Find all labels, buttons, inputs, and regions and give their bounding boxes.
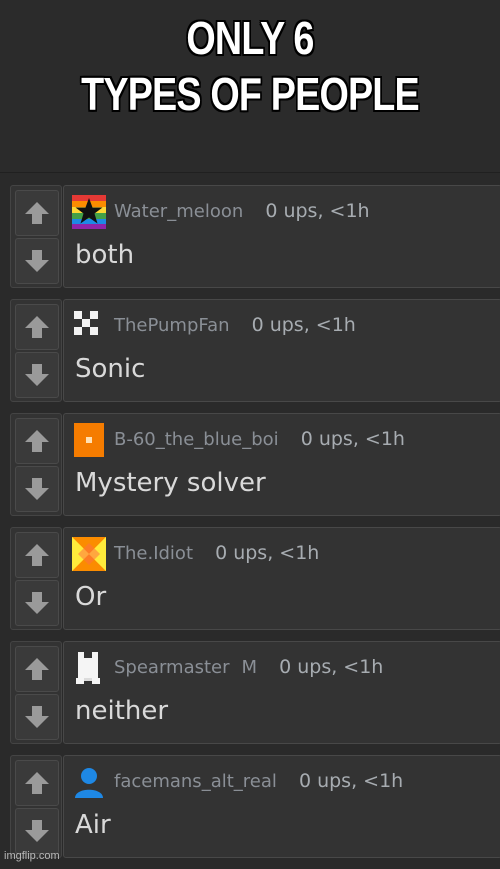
- imgflip-watermark: imgflip.com: [4, 850, 60, 862]
- comment-stats: 0 ups, <1h: [215, 542, 320, 564]
- comment-list: Water_meloon 0 ups, <1h both ThePumpFan …: [10, 185, 500, 869]
- comment-text: Mystery solver: [75, 468, 266, 498]
- arrow-up-icon: [25, 658, 49, 680]
- comment: facemans_alt_real 0 ups, <1h Air: [10, 755, 500, 860]
- upvote-button[interactable]: [15, 190, 59, 236]
- downvote-button[interactable]: [15, 580, 59, 626]
- comment-text: neither: [75, 696, 169, 726]
- username-link[interactable]: ThePumpFan: [114, 315, 230, 336]
- comment: Spearmaster M 0 ups, <1h neither: [10, 641, 500, 746]
- arrow-down-icon: [25, 592, 49, 614]
- comment-body: facemans_alt_real 0 ups, <1h Air: [63, 755, 500, 858]
- arrow-up-icon: [25, 316, 49, 338]
- comment-stats: 0 ups, <1h: [279, 656, 384, 678]
- vote-box: [10, 185, 62, 288]
- arrow-down-icon: [25, 706, 49, 728]
- arrow-down-icon: [25, 478, 49, 500]
- meme-caption: ONLY 6 TYPES OF PEOPLE: [45, 10, 455, 122]
- comment-body: Water_meloon 0 ups, <1h both: [63, 185, 500, 288]
- arrow-up-icon: [25, 430, 49, 452]
- username-link[interactable]: Spearmaster: [114, 657, 230, 678]
- orange-square-avatar-icon[interactable]: [72, 423, 106, 457]
- vote-box: [10, 413, 62, 516]
- downvote-button[interactable]: [15, 466, 59, 512]
- comment-stats: 0 ups, <1h: [265, 200, 370, 222]
- username-link[interactable]: Water_meloon: [114, 201, 243, 222]
- username-link[interactable]: facemans_alt_real: [114, 771, 277, 792]
- meme-caption-line-1: ONLY 6: [186, 12, 314, 64]
- comment-text: both: [75, 240, 135, 270]
- comment-meta: Spearmaster M 0 ups, <1h: [114, 654, 383, 681]
- comment-text: Or: [75, 582, 107, 612]
- comment-meta: facemans_alt_real 0 ups, <1h: [114, 768, 403, 795]
- white-pixel-figure-avatar-icon[interactable]: [72, 651, 106, 685]
- arrow-down-icon: [25, 250, 49, 272]
- upvote-button[interactable]: [15, 418, 59, 464]
- comment-text: Sonic: [75, 354, 146, 384]
- comment: B-60_the_blue_boi 0 ups, <1h Mystery sol…: [10, 413, 500, 518]
- arrow-down-icon: [25, 820, 49, 842]
- pixel-cross-avatar-icon[interactable]: [72, 309, 106, 343]
- comment-stats: 0 ups, <1h: [300, 428, 405, 450]
- comment-body: ThePumpFan 0 ups, <1h Sonic: [63, 299, 500, 402]
- upvote-button[interactable]: [15, 532, 59, 578]
- comment: ThePumpFan 0 ups, <1h Sonic: [10, 299, 500, 404]
- downvote-button[interactable]: [15, 352, 59, 398]
- comment-meta: ThePumpFan 0 ups, <1h: [114, 312, 356, 339]
- comment-text: Air: [75, 810, 111, 840]
- default-user-avatar-icon[interactable]: [72, 765, 106, 799]
- upvote-button[interactable]: [15, 646, 59, 692]
- upvote-button[interactable]: [15, 760, 59, 806]
- username-link[interactable]: B-60_the_blue_boi: [114, 429, 279, 450]
- meme-caption-line-2: TYPES OF PEOPLE: [81, 68, 420, 120]
- username-link[interactable]: The.Idiot: [114, 543, 193, 564]
- pinwheel-avatar-icon[interactable]: [72, 537, 106, 571]
- gender-flag: M: [241, 657, 258, 678]
- vote-box: [10, 299, 62, 402]
- vote-box: [10, 641, 62, 744]
- comment-body: The.Idiot 0 ups, <1h Or: [63, 527, 500, 630]
- comment-body: B-60_the_blue_boi 0 ups, <1h Mystery sol…: [63, 413, 500, 516]
- comment: Water_meloon 0 ups, <1h both: [10, 185, 500, 290]
- upvote-button[interactable]: [15, 304, 59, 350]
- downvote-button[interactable]: [15, 238, 59, 284]
- comment-meta: The.Idiot 0 ups, <1h: [114, 540, 319, 567]
- comment-stats: 0 ups, <1h: [251, 314, 356, 336]
- arrow-down-icon: [25, 364, 49, 386]
- comment-meta: B-60_the_blue_boi 0 ups, <1h: [114, 426, 405, 453]
- comment-body: Spearmaster M 0 ups, <1h neither: [63, 641, 500, 744]
- meme-header: ONLY 6 TYPES OF PEOPLE: [0, 0, 500, 173]
- comment: The.Idiot 0 ups, <1h Or: [10, 527, 500, 632]
- arrow-up-icon: [25, 202, 49, 224]
- vote-box: [10, 527, 62, 630]
- comment-stats: 0 ups, <1h: [298, 770, 404, 792]
- arrow-up-icon: [25, 772, 49, 794]
- arrow-up-icon: [25, 544, 49, 566]
- downvote-button[interactable]: [15, 808, 59, 854]
- vote-box: [10, 755, 62, 858]
- comment-meta: Water_meloon 0 ups, <1h: [114, 198, 370, 225]
- downvote-button[interactable]: [15, 694, 59, 740]
- rainbow-star-avatar-icon[interactable]: [72, 195, 106, 229]
